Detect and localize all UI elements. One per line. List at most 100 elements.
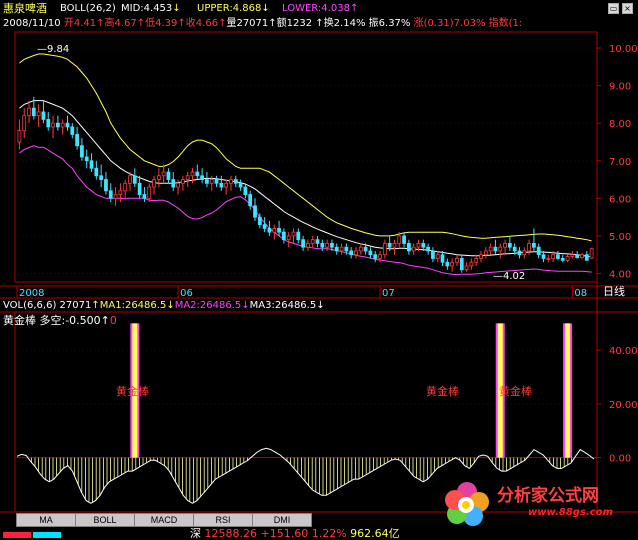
candle [104,172,108,195]
candle [560,254,565,263]
status-pct: 1.22% [311,527,347,540]
candle [479,250,483,263]
indicator-name: 黄金棒 [3,314,36,327]
candle [455,254,459,266]
candle [233,175,238,188]
candle-body [402,235,406,244]
status-value: 12588.26 [204,527,258,540]
candle [132,168,137,188]
candle-body [565,256,570,261]
candle [580,252,584,260]
candle [536,243,541,259]
candle [229,175,233,191]
candle-body [589,248,594,259]
candle-body [512,246,517,252]
candle [123,179,128,199]
tab-macd[interactable]: MACD [134,513,194,527]
tab-dmi[interactable]: DMI [252,513,312,527]
candle [272,224,277,240]
candle [113,187,118,206]
candle [166,168,171,184]
status-market: 深 [190,527,201,540]
candle [570,250,575,259]
candle-body [296,231,301,241]
candle-body [55,122,60,128]
candle-body [219,182,224,188]
tab-ma[interactable]: MA [16,513,76,527]
status-bar: 深 12588.26 +151.60 1.22% 962.64亿 [0,528,638,540]
candle-body [41,111,46,120]
candle [301,235,305,251]
candle-body [108,190,113,199]
status-change: +151.60 [260,527,309,540]
candle-body [411,246,416,252]
candle [262,217,267,233]
candle-body [277,227,281,233]
candle [373,250,378,263]
candle-body [580,254,584,259]
candle-body [315,239,320,244]
price-axis-label: 10.00 [609,44,638,55]
candle-body [382,243,387,256]
candle [426,243,431,255]
candle [137,175,142,199]
candle [411,243,416,255]
candle-body [455,258,459,263]
tab-boll[interactable]: BOLL [75,513,135,527]
candle [51,115,55,139]
candle-body [94,167,99,177]
candle [156,168,161,188]
price-axis-label: 8.00 [609,119,631,130]
candle [546,254,551,263]
candle-body [320,243,325,248]
candle [306,239,310,251]
candle [108,183,113,203]
candle-body [459,258,464,271]
candle-body [176,182,180,188]
indicator-header: 黄金棒 多空:-0.500↑0 [3,315,117,327]
vol-ma1: MA1:26486.5 [99,300,167,311]
candle [503,239,507,255]
candle-body [344,246,349,252]
candle-body [209,179,214,184]
candle [296,228,301,244]
candle-body [435,254,440,259]
candle [474,254,479,266]
candle-body [339,246,344,252]
vol-value: 27071 [59,300,92,311]
candle [532,228,536,251]
candle-body [483,250,488,256]
candle-body [536,246,541,256]
candle [171,172,176,191]
candle-body [541,254,546,259]
candle [277,220,281,236]
indicator-axis-label: 0.00 [609,454,631,465]
down-arrow-icon: ↓ [241,300,250,311]
candle [315,235,320,248]
candle-body [123,182,128,192]
candle-body [99,175,104,180]
tab-rsi[interactable]: RSI [193,513,253,527]
candle-body [84,156,89,162]
candle-body [75,134,79,147]
golden-bar-label: 黄金棒 [499,385,532,398]
indicator-axis-label: 20.00 [609,400,638,411]
candle-body [27,107,31,117]
candle [243,183,248,199]
candle-body [575,254,580,259]
vol-ma2: MA2:26486.5 [174,300,242,311]
candle [224,179,229,195]
candle [84,149,89,169]
candle-body [46,119,51,128]
candle-body [257,216,262,226]
candle [65,115,70,131]
candle [219,175,224,191]
candle [152,175,156,195]
candle-body [498,246,503,252]
price-axis-label: 6.00 [609,194,631,205]
time-axis-label: 2008 [19,288,44,299]
candle-body [387,243,392,248]
candle-body [306,243,310,248]
period-label[interactable]: 日线 [603,286,625,298]
price-axis-label: 7.00 [609,157,631,168]
